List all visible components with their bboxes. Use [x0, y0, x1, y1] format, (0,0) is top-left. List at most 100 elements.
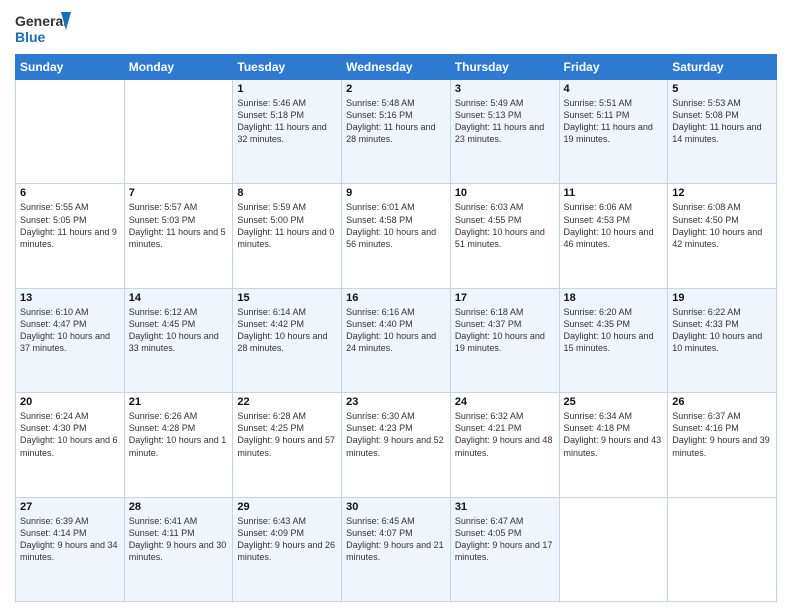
day-number: 1: [237, 83, 337, 95]
day-number: 29: [237, 501, 337, 513]
logo-icon: GeneralBlue: [15, 10, 75, 46]
day-number: 18: [564, 292, 664, 304]
day-cell: 2 Sunrise: 5:48 AMSunset: 5:16 PMDaylight…: [342, 80, 451, 184]
weekday-header-sunday: Sunday: [16, 55, 125, 80]
day-number: 24: [455, 396, 555, 408]
day-info: Sunrise: 5:46 AMSunset: 5:18 PMDaylight:…: [237, 97, 337, 146]
day-info: Sunrise: 6:43 AMSunset: 4:09 PMDaylight:…: [237, 515, 337, 564]
logo: GeneralBlue: [15, 10, 75, 46]
day-cell: 10Sunrise: 6:03 AMSunset: 4:55 PMDayligh…: [450, 184, 559, 288]
day-cell: 15 Sunrise: 6:14 AMSunset: 4:42 PMDayligh…: [233, 288, 342, 392]
day-number: 8: [237, 187, 337, 199]
day-number: 4: [564, 83, 664, 95]
day-info: Sunrise: 5:48 AMSunset: 5:16 PMDaylight:…: [346, 97, 446, 146]
day-number: 21: [129, 396, 229, 408]
day-info: Sunrise: 6:22 AMSunset: 4:33 PMDaylight:…: [672, 306, 772, 355]
day-number: 6: [20, 187, 120, 199]
svg-text:Blue: Blue: [15, 29, 46, 45]
day-number: 11: [564, 187, 664, 199]
day-cell: 18 Sunrise: 6:20 AMSunset: 4:35 PMDayligh…: [559, 288, 668, 392]
day-number: 16: [346, 292, 446, 304]
day-cell: 24 Sunrise: 6:32 AMSunset: 4:21 PMDayligh…: [450, 393, 559, 497]
day-info: Sunrise: 5:51 AMSunset: 5:11 PMDaylight:…: [564, 97, 664, 146]
day-info: Sunrise: 6:20 AMSunset: 4:35 PMDaylight:…: [564, 306, 664, 355]
day-cell: 12 Sunrise: 6:08 AMSunset: 4:50 PMDayligh…: [668, 184, 777, 288]
day-cell: 5Sunrise: 5:53 AMSunset: 5:08 PMDaylight…: [668, 80, 777, 184]
day-number: 23: [346, 396, 446, 408]
day-info: Sunrise: 6:12 AMSunset: 4:45 PMDaylight:…: [129, 306, 229, 355]
day-number: 22: [237, 396, 337, 408]
day-cell: 31 Sunrise: 6:47 AMSunset: 4:05 PMDayligh…: [450, 497, 559, 601]
day-cell: 23 Sunrise: 6:30 AMSunset: 4:23 PMDayligh…: [342, 393, 451, 497]
day-info: Sunrise: 6:24 AMSunset: 4:30 PMDaylight:…: [20, 410, 120, 459]
day-cell: 21Sunrise: 6:26 AMSunset: 4:28 PMDayligh…: [124, 393, 233, 497]
svg-text:General: General: [15, 13, 67, 29]
day-info: Sunrise: 6:18 AMSunset: 4:37 PMDaylight:…: [455, 306, 555, 355]
week-row-3: 13Sunrise: 6:10 AMSunset: 4:47 PMDayligh…: [16, 288, 777, 392]
day-cell: 9Sunrise: 6:01 AMSunset: 4:58 PMDaylight…: [342, 184, 451, 288]
day-info: Sunrise: 6:10 AMSunset: 4:47 PMDaylight:…: [20, 306, 120, 355]
day-number: 19: [672, 292, 772, 304]
day-cell: [16, 80, 125, 184]
day-cell: 29 Sunrise: 6:43 AMSunset: 4:09 PMDayligh…: [233, 497, 342, 601]
day-info: Sunrise: 6:14 AMSunset: 4:42 PMDaylight:…: [237, 306, 337, 355]
day-number: 20: [20, 396, 120, 408]
day-cell: 19 Sunrise: 6:22 AMSunset: 4:33 PMDayligh…: [668, 288, 777, 392]
day-cell: 17Sunrise: 6:18 AMSunset: 4:37 PMDayligh…: [450, 288, 559, 392]
header: GeneralBlue: [15, 10, 777, 46]
day-info: Sunrise: 6:37 AMSunset: 4:16 PMDaylight:…: [672, 410, 772, 459]
day-info: Sunrise: 6:06 AMSunset: 4:53 PMDaylight:…: [564, 201, 664, 250]
day-info: Sunrise: 6:30 AMSunset: 4:23 PMDaylight:…: [346, 410, 446, 459]
day-cell: 28 Sunrise: 6:41 AMSunset: 4:11 PMDayligh…: [124, 497, 233, 601]
day-number: 5: [672, 83, 772, 95]
day-info: Sunrise: 6:39 AMSunset: 4:14 PMDaylight:…: [20, 515, 120, 564]
day-cell: 7 Sunrise: 5:57 AMSunset: 5:03 PMDaylight…: [124, 184, 233, 288]
day-cell: [559, 497, 668, 601]
day-number: 14: [129, 292, 229, 304]
day-cell: 6Sunrise: 5:55 AMSunset: 5:05 PMDaylight…: [16, 184, 125, 288]
day-cell: 22 Sunrise: 6:28 AMSunset: 4:25 PMDayligh…: [233, 393, 342, 497]
weekday-header-tuesday: Tuesday: [233, 55, 342, 80]
day-number: 15: [237, 292, 337, 304]
day-cell: 1 Sunrise: 5:46 AMSunset: 5:18 PMDaylight…: [233, 80, 342, 184]
day-number: 30: [346, 501, 446, 513]
day-info: Sunrise: 6:45 AMSunset: 4:07 PMDaylight:…: [346, 515, 446, 564]
day-cell: 8 Sunrise: 5:59 AMSunset: 5:00 PMDaylight…: [233, 184, 342, 288]
day-info: Sunrise: 5:57 AMSunset: 5:03 PMDaylight:…: [129, 201, 229, 250]
day-info: Sunrise: 5:59 AMSunset: 5:00 PMDaylight:…: [237, 201, 337, 250]
day-number: 28: [129, 501, 229, 513]
day-info: Sunrise: 6:16 AMSunset: 4:40 PMDaylight:…: [346, 306, 446, 355]
day-cell: 3Sunrise: 5:49 AMSunset: 5:13 PMDaylight…: [450, 80, 559, 184]
day-cell: [124, 80, 233, 184]
day-info: Sunrise: 6:28 AMSunset: 4:25 PMDaylight:…: [237, 410, 337, 459]
day-number: 2: [346, 83, 446, 95]
day-info: Sunrise: 6:32 AMSunset: 4:21 PMDaylight:…: [455, 410, 555, 459]
day-info: Sunrise: 6:01 AMSunset: 4:58 PMDaylight:…: [346, 201, 446, 250]
day-cell: 14 Sunrise: 6:12 AMSunset: 4:45 PMDayligh…: [124, 288, 233, 392]
day-number: 25: [564, 396, 664, 408]
day-info: Sunrise: 5:49 AMSunset: 5:13 PMDaylight:…: [455, 97, 555, 146]
day-cell: 4 Sunrise: 5:51 AMSunset: 5:11 PMDaylight…: [559, 80, 668, 184]
day-number: 10: [455, 187, 555, 199]
weekday-header-friday: Friday: [559, 55, 668, 80]
week-row-2: 6Sunrise: 5:55 AMSunset: 5:05 PMDaylight…: [16, 184, 777, 288]
calendar-table: SundayMondayTuesdayWednesdayThursdayFrid…: [15, 54, 777, 602]
day-number: 7: [129, 187, 229, 199]
week-row-4: 20 Sunrise: 6:24 AMSunset: 4:30 PMDayligh…: [16, 393, 777, 497]
day-cell: 30 Sunrise: 6:45 AMSunset: 4:07 PMDayligh…: [342, 497, 451, 601]
weekday-header-wednesday: Wednesday: [342, 55, 451, 80]
day-cell: 25Sunrise: 6:34 AMSunset: 4:18 PMDayligh…: [559, 393, 668, 497]
day-cell: 16 Sunrise: 6:16 AMSunset: 4:40 PMDayligh…: [342, 288, 451, 392]
day-cell: 11 Sunrise: 6:06 AMSunset: 4:53 PMDayligh…: [559, 184, 668, 288]
day-info: Sunrise: 6:41 AMSunset: 4:11 PMDaylight:…: [129, 515, 229, 564]
week-row-5: 27 Sunrise: 6:39 AMSunset: 4:14 PMDayligh…: [16, 497, 777, 601]
day-info: Sunrise: 6:47 AMSunset: 4:05 PMDaylight:…: [455, 515, 555, 564]
day-number: 26: [672, 396, 772, 408]
day-number: 27: [20, 501, 120, 513]
weekday-header-thursday: Thursday: [450, 55, 559, 80]
day-number: 12: [672, 187, 772, 199]
weekday-header-saturday: Saturday: [668, 55, 777, 80]
day-cell: 20 Sunrise: 6:24 AMSunset: 4:30 PMDayligh…: [16, 393, 125, 497]
day-number: 31: [455, 501, 555, 513]
day-info: Sunrise: 6:08 AMSunset: 4:50 PMDaylight:…: [672, 201, 772, 250]
